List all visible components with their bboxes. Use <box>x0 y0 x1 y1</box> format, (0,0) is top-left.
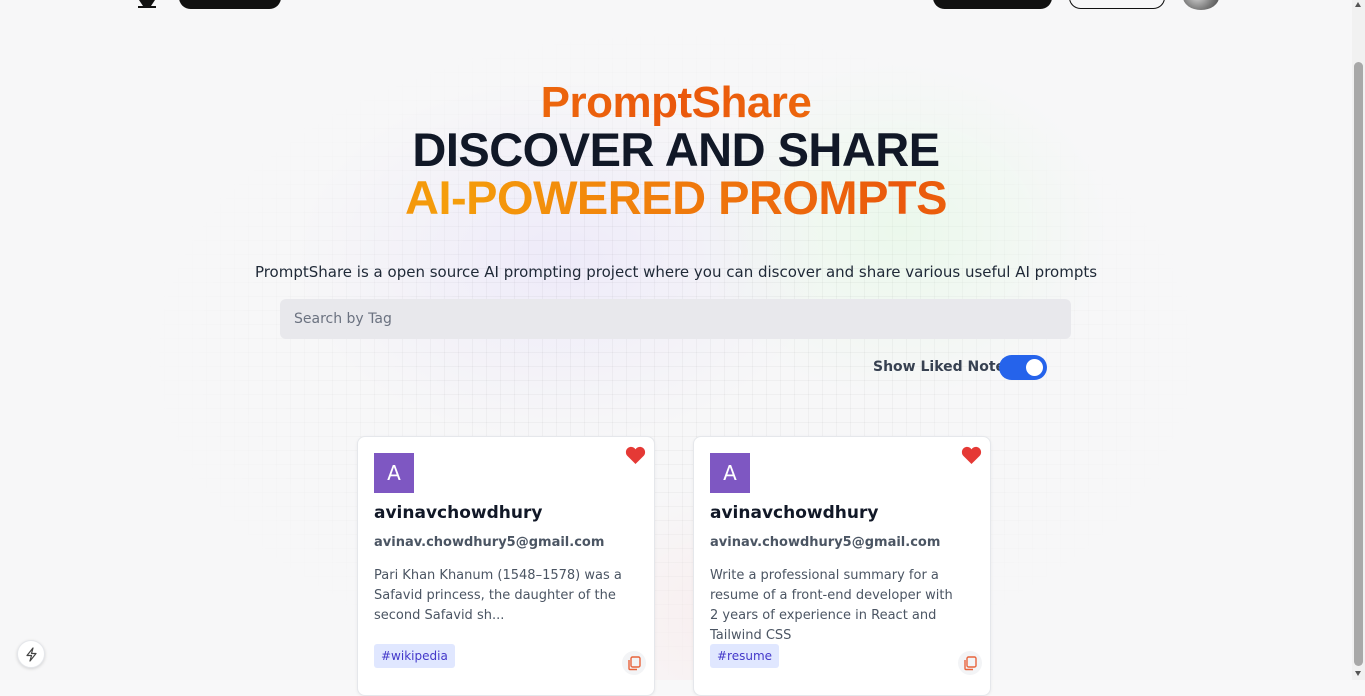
dev-tools-button[interactable] <box>17 640 45 668</box>
prompt-text: Write a professional summary for a resum… <box>710 568 953 643</box>
create-post-button[interactable] <box>933 0 1052 9</box>
logo-icon[interactable] <box>137 0 157 8</box>
prompt-card: A avinavchowdhury avinav.chowdhury5@gmai… <box>693 436 991 696</box>
scrollbar-thumb[interactable] <box>1354 62 1363 666</box>
user-email: avinav.chowdhury5@gmail.com <box>374 535 605 550</box>
prompt-text: Pari Khan Khanum (1548–1578) was a Safav… <box>374 568 622 623</box>
username[interactable]: avinavchowdhury <box>374 503 542 523</box>
lightning-icon <box>26 647 37 662</box>
brand-title: PromptShare <box>0 78 1352 128</box>
prompt-card: A avinavchowdhury avinav.chowdhury5@gmai… <box>357 436 655 696</box>
headline-line-1: DISCOVER AND SHARE <box>412 123 940 176</box>
liked-toggle-label: Show Liked Notes <box>873 359 1014 375</box>
tag-badge[interactable]: #resume <box>710 644 780 668</box>
search-input[interactable] <box>280 299 1071 339</box>
copy-icon <box>628 656 641 671</box>
toggle-knob <box>1026 359 1043 376</box>
user-avatar[interactable]: A <box>374 453 414 493</box>
copy-icon <box>964 656 977 671</box>
user-avatar[interactable]: A <box>710 453 750 493</box>
scroll-up-arrow-icon[interactable] <box>1355 2 1361 7</box>
sign-out-button[interactable] <box>1069 0 1165 9</box>
heart-icon[interactable] <box>961 446 982 464</box>
user-email: avinav.chowdhury5@gmail.com <box>710 535 941 550</box>
nav-button[interactable] <box>179 0 281 9</box>
username[interactable]: avinavchowdhury <box>710 503 878 523</box>
tag-badge[interactable]: #wikipedia <box>374 644 455 668</box>
hero-description: PromptShare is a open source AI promptin… <box>254 263 1098 281</box>
copy-button[interactable] <box>958 651 982 675</box>
heart-icon[interactable] <box>625 446 646 464</box>
liked-toggle[interactable] <box>999 355 1047 380</box>
scroll-down-arrow-icon[interactable] <box>1355 671 1361 676</box>
headline-line-2: AI-POWERED PROMPTS <box>0 172 1352 224</box>
copy-button[interactable] <box>622 651 646 675</box>
